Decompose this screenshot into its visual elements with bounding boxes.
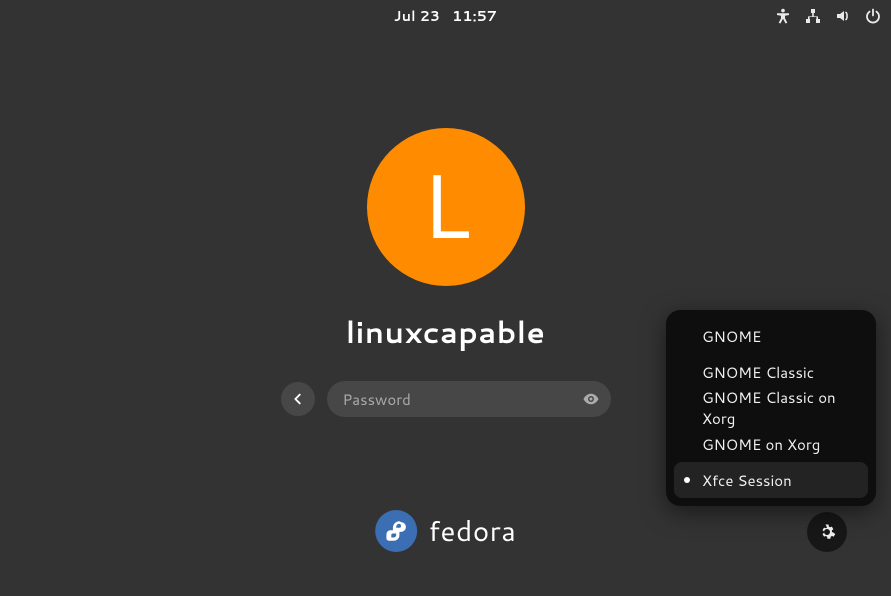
accessibility-icon[interactable] [773,6,793,26]
fedora-f-icon [383,518,409,544]
eye-icon [582,390,600,408]
session-item-xfce-session[interactable]: Xfce Session [674,462,868,498]
session-item-label: GNOME Classic on Xorg [702,387,856,429]
session-item-label: GNOME Classic [702,362,814,383]
distro-branding: fedora [375,510,517,552]
password-row [281,381,611,417]
system-tray [773,0,883,32]
login-panel: L linuxcapable [296,128,596,417]
avatar: L [367,128,525,286]
back-button[interactable] [281,382,315,416]
username-label: linuxcapable [346,310,545,353]
session-item-gnome-classic-on-xorg[interactable]: GNOME Classic on Xorg [674,390,868,426]
distro-name: fedora [429,511,517,551]
session-item-label: GNOME [702,326,761,347]
session-item-gnome[interactable]: GNOME [674,318,868,354]
gear-icon [818,523,836,541]
selected-dot-icon [684,477,690,483]
clock[interactable]: Jul 23 11:57 [394,6,497,26]
clock-date: Jul 23 [394,6,440,26]
session-settings-button[interactable] [807,512,847,552]
avatar-initial: L [421,160,471,250]
network-icon[interactable] [803,6,823,26]
top-bar: Jul 23 11:57 [0,0,891,32]
reveal-password-button[interactable] [581,389,601,409]
volume-icon[interactable] [833,6,853,26]
fedora-logo-icon [375,510,417,552]
password-input[interactable] [327,389,611,410]
clock-time: 11:57 [452,6,497,26]
power-icon[interactable] [863,6,883,26]
session-menu: GNOME GNOME Classic GNOME Classic on Xorg G… [666,310,876,506]
session-item-label: GNOME on Xorg [702,434,820,455]
chevron-left-icon [291,392,305,406]
session-item-gnome-classic[interactable]: GNOME Classic [674,354,868,390]
session-item-label: Xfce Session [702,470,792,491]
session-item-gnome-on-xorg[interactable]: GNOME on Xorg [674,426,868,462]
password-field[interactable] [327,381,611,417]
